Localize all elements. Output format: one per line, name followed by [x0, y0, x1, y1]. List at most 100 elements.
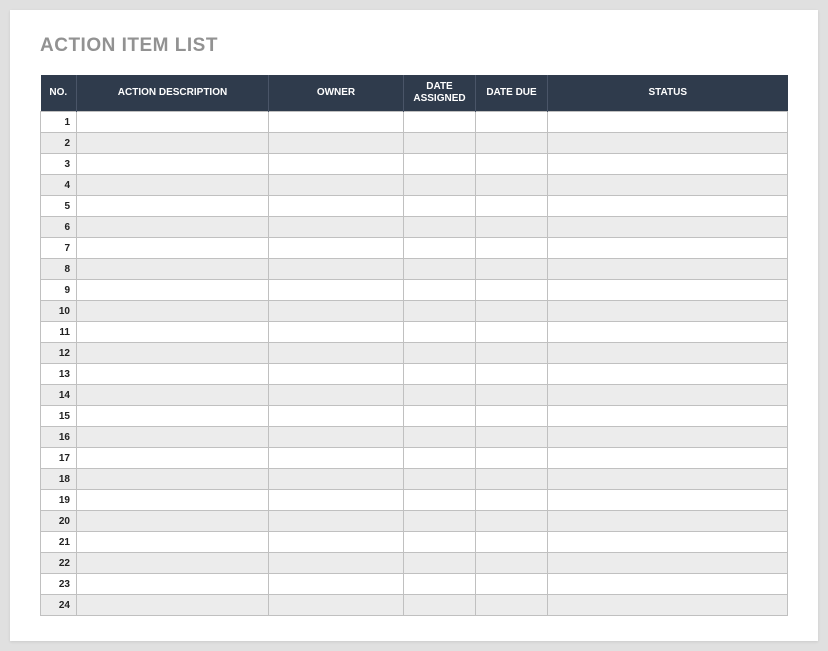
cell-status: [548, 175, 788, 196]
cell-status: [548, 154, 788, 175]
cell-date-due: [476, 238, 548, 259]
table-body: 123456789101112131415161718192021222324: [41, 112, 788, 616]
cell-no: 4: [41, 175, 77, 196]
cell-status: [548, 511, 788, 532]
cell-no: 5: [41, 196, 77, 217]
cell-date-assigned: [404, 238, 476, 259]
cell-description: [77, 595, 269, 616]
table-row: 8: [41, 259, 788, 280]
cell-date-due: [476, 385, 548, 406]
cell-status: [548, 469, 788, 490]
cell-owner: [269, 112, 404, 133]
cell-description: [77, 406, 269, 427]
cell-owner: [269, 301, 404, 322]
cell-description: [77, 133, 269, 154]
cell-description: [77, 427, 269, 448]
cell-date-assigned: [404, 322, 476, 343]
cell-date-assigned: [404, 406, 476, 427]
table-row: 22: [41, 553, 788, 574]
action-item-table: NO. ACTION DESCRIPTION OWNER DATE ASSIGN…: [40, 75, 788, 616]
cell-date-due: [476, 322, 548, 343]
cell-date-assigned: [404, 112, 476, 133]
table-row: 7: [41, 238, 788, 259]
table-row: 17: [41, 448, 788, 469]
cell-status: [548, 217, 788, 238]
cell-status: [548, 532, 788, 553]
cell-date-due: [476, 469, 548, 490]
cell-description: [77, 364, 269, 385]
cell-status: [548, 280, 788, 301]
cell-no: 3: [41, 154, 77, 175]
cell-owner: [269, 133, 404, 154]
cell-date-assigned: [404, 364, 476, 385]
cell-date-assigned: [404, 553, 476, 574]
cell-description: [77, 385, 269, 406]
cell-no: 6: [41, 217, 77, 238]
header-status: STATUS: [548, 75, 788, 112]
cell-date-due: [476, 280, 548, 301]
cell-date-due: [476, 448, 548, 469]
cell-description: [77, 574, 269, 595]
cell-owner: [269, 469, 404, 490]
cell-status: [548, 196, 788, 217]
cell-date-assigned: [404, 280, 476, 301]
cell-description: [77, 238, 269, 259]
table-row: 16: [41, 427, 788, 448]
cell-date-assigned: [404, 343, 476, 364]
header-date-due: DATE DUE: [476, 75, 548, 112]
cell-date-assigned: [404, 154, 476, 175]
header-date-assigned: DATE ASSIGNED: [404, 75, 476, 112]
cell-date-assigned: [404, 133, 476, 154]
table-row: 14: [41, 385, 788, 406]
cell-description: [77, 196, 269, 217]
cell-status: [548, 406, 788, 427]
cell-no: 15: [41, 406, 77, 427]
cell-no: 21: [41, 532, 77, 553]
cell-date-assigned: [404, 427, 476, 448]
cell-date-due: [476, 217, 548, 238]
cell-date-due: [476, 532, 548, 553]
cell-owner: [269, 196, 404, 217]
cell-owner: [269, 154, 404, 175]
cell-date-due: [476, 574, 548, 595]
cell-status: [548, 322, 788, 343]
cell-no: 17: [41, 448, 77, 469]
cell-description: [77, 490, 269, 511]
cell-date-due: [476, 133, 548, 154]
cell-date-assigned: [404, 175, 476, 196]
cell-owner: [269, 385, 404, 406]
cell-owner: [269, 259, 404, 280]
table-row: 10: [41, 301, 788, 322]
cell-no: 11: [41, 322, 77, 343]
table-row: 21: [41, 532, 788, 553]
cell-owner: [269, 595, 404, 616]
table-row: 19: [41, 490, 788, 511]
cell-date-assigned: [404, 259, 476, 280]
page-title: ACTION ITEM LIST: [40, 35, 788, 57]
table-row: 5: [41, 196, 788, 217]
cell-owner: [269, 217, 404, 238]
table-row: 11: [41, 322, 788, 343]
cell-date-assigned: [404, 448, 476, 469]
cell-owner: [269, 322, 404, 343]
cell-status: [548, 301, 788, 322]
cell-no: 9: [41, 280, 77, 301]
table-header-row: NO. ACTION DESCRIPTION OWNER DATE ASSIGN…: [41, 75, 788, 112]
cell-status: [548, 343, 788, 364]
cell-status: [548, 595, 788, 616]
table-row: 20: [41, 511, 788, 532]
cell-owner: [269, 532, 404, 553]
cell-owner: [269, 490, 404, 511]
cell-no: 12: [41, 343, 77, 364]
cell-status: [548, 385, 788, 406]
cell-owner: [269, 280, 404, 301]
cell-no: 23: [41, 574, 77, 595]
cell-date-due: [476, 364, 548, 385]
cell-description: [77, 511, 269, 532]
cell-status: [548, 427, 788, 448]
document-page: ACTION ITEM LIST NO. ACTION DESCRIPTION …: [10, 10, 818, 641]
cell-description: [77, 553, 269, 574]
table-row: 1: [41, 112, 788, 133]
table-row: 24: [41, 595, 788, 616]
cell-date-assigned: [404, 490, 476, 511]
